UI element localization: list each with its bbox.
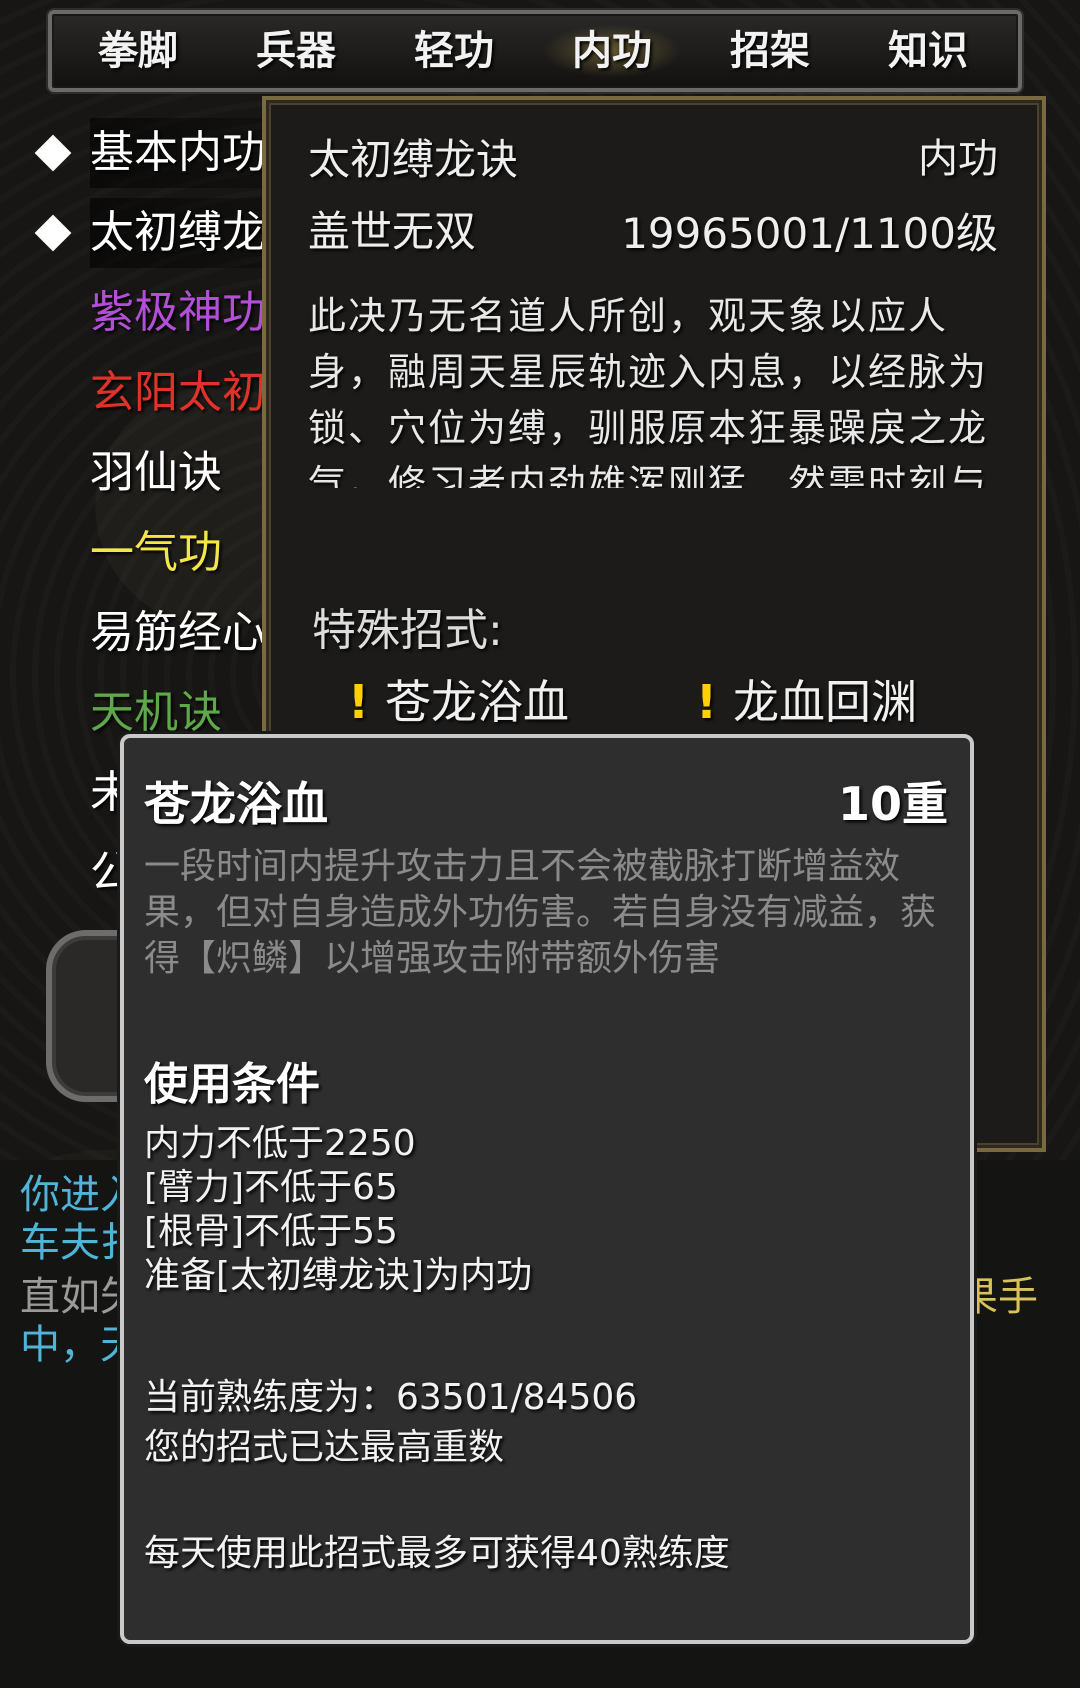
category-tab-bar: 拳脚 兵器 轻功 内功 招架 知识 (48, 10, 1022, 92)
tab-zhishi[interactable]: 知识 (858, 24, 998, 78)
move-level: 10重 (837, 777, 948, 831)
tab-zhaojia[interactable]: 招架 (700, 24, 840, 78)
skill-item[interactable]: 紫极神功 (90, 278, 290, 348)
tab-bingqi[interactable]: 兵器 (226, 24, 366, 78)
move-description: 一段时间内提升攻击力且不会被截脉打断增益效果，但对自身造成外功伤害。若自身没有减… (144, 846, 937, 979)
special-move-item[interactable]: ! 苍龙浴血 (348, 670, 569, 734)
skill-item[interactable]: 易筋经心 (90, 598, 290, 668)
condition-item: 准备[太初缚龙诀]为内功 (144, 1255, 533, 1296)
special-move-item[interactable]: ! 龙血回渊 (696, 670, 917, 734)
skill-rank: 盖世无双 (308, 207, 477, 256)
skill-type: 内功 (918, 136, 998, 182)
alert-icon: ! (348, 675, 369, 729)
skill-item[interactable]: 玄阳太初 (90, 358, 290, 428)
skill-description: 此决乃无名道人所创，观天象以应人身，融周天星辰轨迹入内息，以经脉为锁、穴位为缚，… (308, 294, 989, 488)
move-title: 苍龙浴血 (144, 777, 328, 831)
skill-item[interactable]: 太初缚龙诀 (90, 198, 290, 268)
tab-qinggong[interactable]: 轻功 (384, 24, 524, 78)
skill-item[interactable]: 一气功 (90, 518, 290, 588)
max-level-note: 您的招式已达最高重数 (144, 1427, 505, 1468)
daily-proficiency-note: 每天使用此招式最多可获得40熟练度 (144, 1533, 730, 1574)
proficiency-text: 当前熟练度为：63501/84506 (144, 1377, 638, 1418)
alert-icon: ! (696, 675, 717, 729)
skill-title: 太初缚龙诀 (308, 135, 519, 184)
skill-item[interactable]: 基本内功 (90, 118, 290, 188)
conditions-title: 使用条件 (144, 1059, 320, 1110)
skill-level: 19965001/1100级 (621, 209, 998, 258)
skill-item[interactable]: 羽仙诀 (90, 438, 290, 508)
move-tooltip: 苍龙浴血 10重 一段时间内提升攻击力且不会被截脉打断增益效果，但对自身造成外功… (120, 734, 974, 1644)
tab-neigong[interactable]: 内功 (542, 24, 682, 78)
special-moves-label: 特殊招式: (312, 605, 503, 656)
tab-quanjiao[interactable]: 拳脚 (68, 24, 208, 78)
